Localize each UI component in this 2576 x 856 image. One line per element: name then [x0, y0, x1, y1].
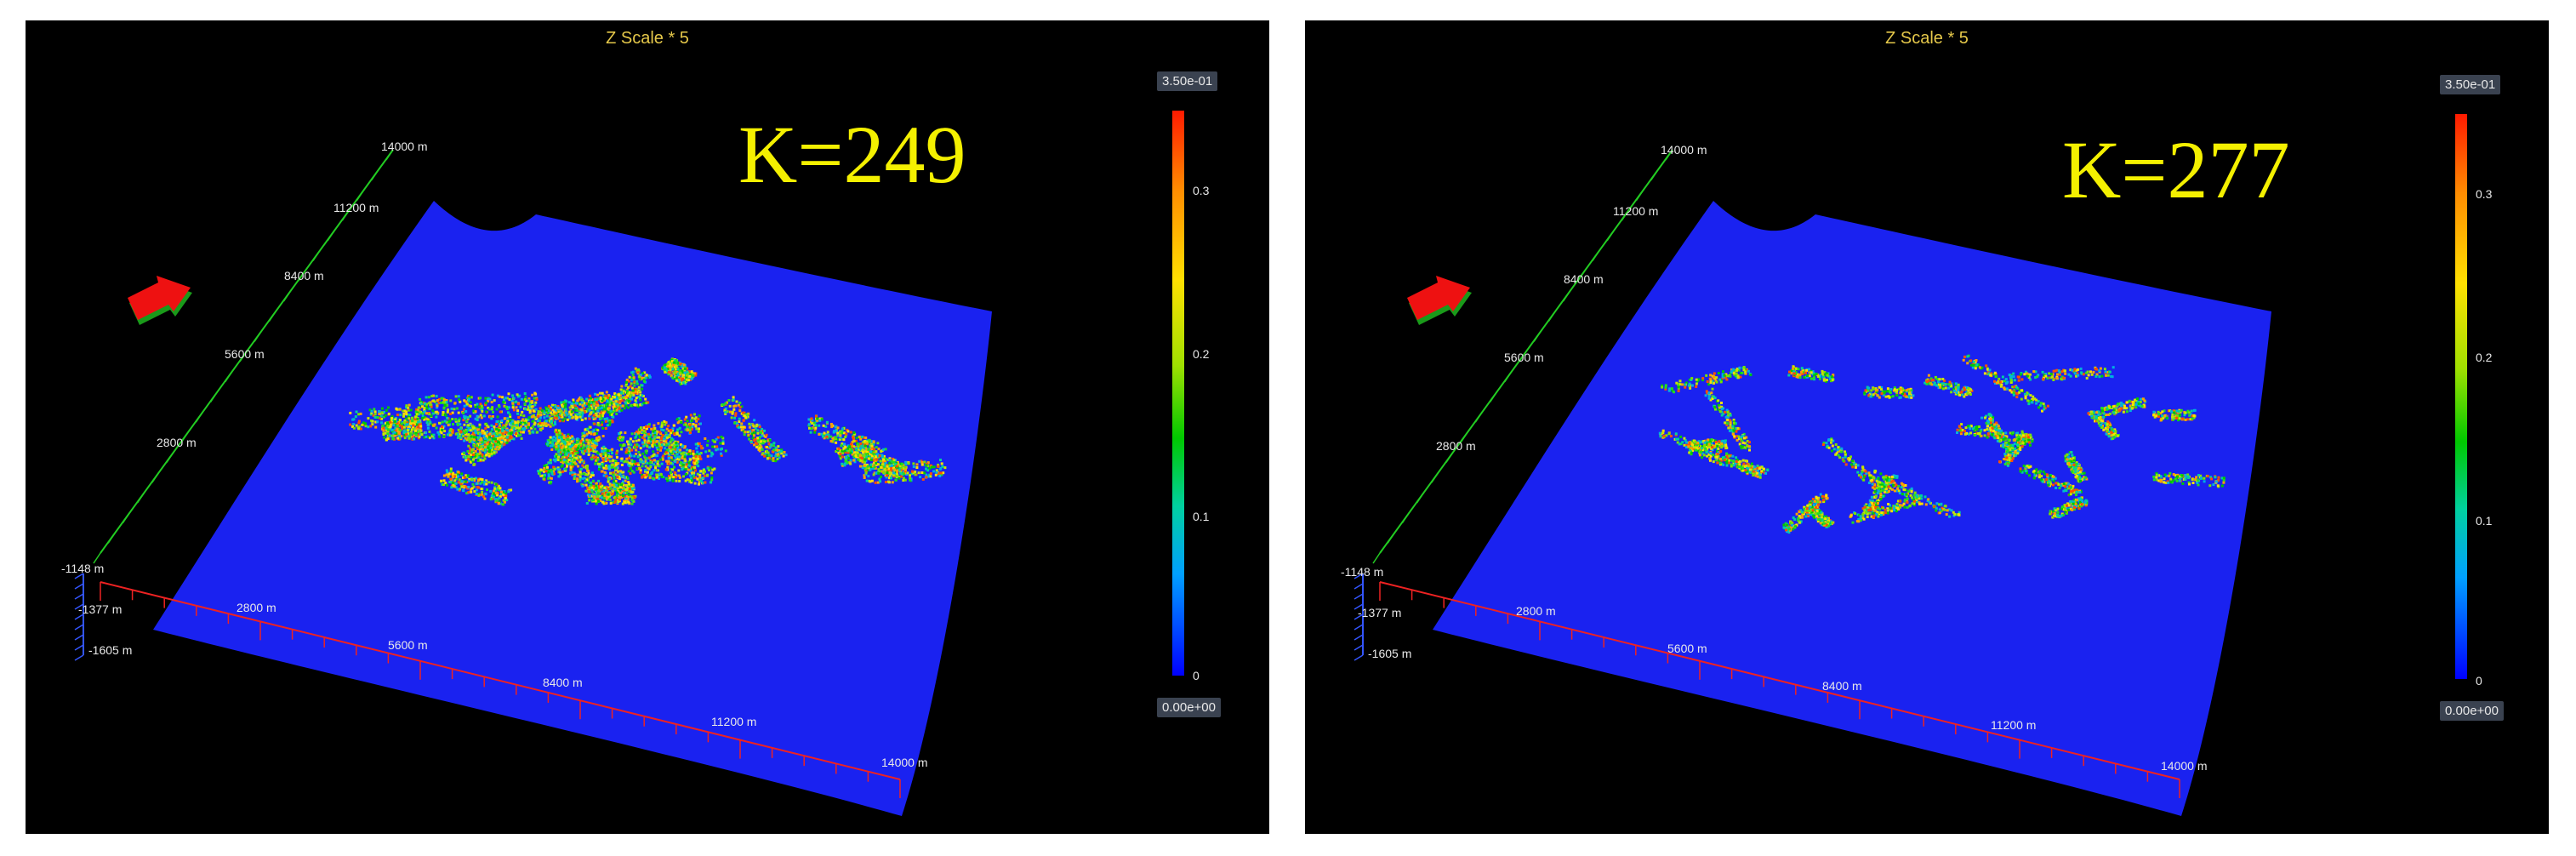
- y-axis-tick: [1431, 471, 1439, 483]
- y-axis-tick: [254, 330, 262, 342]
- z-scale-label: Z Scale * 5: [1885, 29, 1969, 48]
- x-axis-label: 8400 m: [543, 676, 583, 689]
- colorbar-tick: 0.3: [1193, 184, 1210, 197]
- colorbar-tick: 0.1: [1193, 510, 1210, 523]
- colorbar-tick: 0: [1193, 669, 1200, 682]
- y-axis-label: 8400 m: [1564, 272, 1604, 286]
- k-label: K=277: [2062, 124, 2290, 215]
- y-axis-tick: [1562, 290, 1571, 302]
- y-axis-tick: [151, 471, 160, 483]
- z-axis-label: -1605 m: [88, 643, 133, 657]
- y-axis-label: 8400 m: [284, 269, 324, 282]
- colorbar-tick: 0: [2476, 674, 2482, 688]
- x-axis-label: 14000 m: [2161, 759, 2208, 773]
- z-axis-tick: [74, 654, 84, 661]
- y-axis-tick: [1533, 330, 1542, 342]
- y-axis-tick: [282, 290, 292, 302]
- z-axis-tick: [74, 644, 84, 651]
- z-axis-tick: [1354, 654, 1364, 661]
- z-axis-tick: [74, 583, 84, 590]
- x-axis-label: 14000 m: [881, 756, 928, 769]
- y-axis-tick: [1387, 532, 1395, 544]
- x-axis-label: 2800 m: [1516, 604, 1556, 618]
- y-axis-tick: [107, 532, 116, 544]
- colorbar-tick: 0.1: [2476, 514, 2493, 528]
- y-axis-tick: [166, 452, 174, 463]
- y-axis-tick: [312, 250, 321, 261]
- y-axis-label: 2800 m: [157, 436, 197, 449]
- y-axis-label: 14000 m: [381, 140, 428, 153]
- reservoir-surface: [153, 201, 992, 816]
- y-axis-label: 11200 m: [1613, 204, 1659, 218]
- x-axis-label: 11200 m: [711, 715, 757, 728]
- colorbar-max-label[interactable]: 3.50e-01: [1157, 71, 1218, 91]
- y-axis-tick: [1401, 512, 1411, 524]
- z-axis-tick: [1354, 644, 1364, 651]
- z-axis-tick: [1354, 634, 1364, 641]
- y-axis-tick: [268, 311, 277, 322]
- y-axis-tick: [1635, 189, 1644, 201]
- y-axis-tick: [1592, 250, 1600, 261]
- y-axis-tick: [356, 189, 365, 201]
- z-axis-tick: [74, 593, 84, 600]
- x-axis-label: 8400 m: [1822, 679, 1862, 693]
- k-label: K=249: [738, 109, 966, 200]
- z-axis-tick: [1354, 583, 1364, 590]
- y-axis-tick: [225, 371, 233, 383]
- z-axis-label: -1148 m: [1341, 565, 1384, 579]
- y-axis-label: 5600 m: [225, 347, 265, 361]
- z-axis-tick: [74, 634, 84, 641]
- z-axis-tick: [1354, 624, 1364, 631]
- z-axis-label: -1377 m: [78, 602, 123, 616]
- y-axis-tick: [371, 169, 379, 181]
- z-axis-label: -1148 m: [61, 562, 105, 575]
- y-axis-tick: [136, 492, 145, 504]
- z-axis-label: -1377 m: [1358, 606, 1402, 619]
- colorbar-min-label[interactable]: 0.00e+00: [2440, 701, 2504, 721]
- colorbar-tick: 0.2: [2476, 351, 2493, 364]
- z-axis-tick: [1354, 593, 1364, 600]
- colorbar-min-label[interactable]: 0.00e+00: [1157, 698, 1221, 717]
- y-axis-tick: [1416, 492, 1425, 504]
- reservoir-surface: [1433, 201, 2271, 816]
- y-axis-tick: [122, 512, 131, 524]
- viewport-right[interactable]: Z Scale * 5 K=277 3.50e-01 0.3 0.2 0.1 0…: [1305, 20, 2549, 834]
- y-axis-tick: [1504, 371, 1513, 383]
- colorbar: [2455, 114, 2467, 679]
- x-axis-label: 11200 m: [1991, 718, 2037, 732]
- x-axis-label: 2800 m: [237, 601, 276, 614]
- colorbar-tick: 0.3: [2476, 187, 2493, 201]
- north-arrow-icon: [1407, 276, 1472, 325]
- y-axis-tick: [195, 411, 204, 423]
- y-axis-label: 2800 m: [1436, 439, 1476, 453]
- y-axis-tick: [1489, 391, 1498, 402]
- x-axis-label: 5600 m: [1667, 642, 1707, 655]
- z-scale-label: Z Scale * 5: [606, 29, 689, 48]
- y-axis-tick: [1445, 452, 1454, 463]
- z-axis-tick: [74, 624, 84, 631]
- y-axis-label: 14000 m: [1661, 143, 1707, 157]
- scene-3d-right: [1354, 149, 2271, 816]
- y-axis-tick: [327, 230, 335, 242]
- viewport-left[interactable]: Z Scale * 5 K=249 3.50e-01 0.3 0.2 0.1 0…: [26, 20, 1269, 834]
- y-axis-tick: [1474, 411, 1484, 423]
- scene-3d-left: [74, 149, 992, 816]
- colorbar-tick: 0.2: [1193, 347, 1210, 361]
- y-axis-label: 5600 m: [1504, 351, 1544, 364]
- y-axis-tick: [1547, 311, 1557, 322]
- z-axis-label: -1605 m: [1368, 647, 1412, 660]
- y-axis-tick: [1650, 169, 1659, 181]
- colorbar: [1172, 111, 1184, 676]
- north-arrow-icon: [128, 276, 192, 325]
- colorbar-max-label[interactable]: 3.50e-01: [2440, 75, 2501, 94]
- y-axis-label: 11200 m: [333, 201, 379, 214]
- x-axis-label: 5600 m: [388, 638, 428, 652]
- y-axis-tick: [1606, 230, 1615, 242]
- y-axis-tick: [209, 391, 219, 402]
- y-axis-tick: [1372, 552, 1381, 564]
